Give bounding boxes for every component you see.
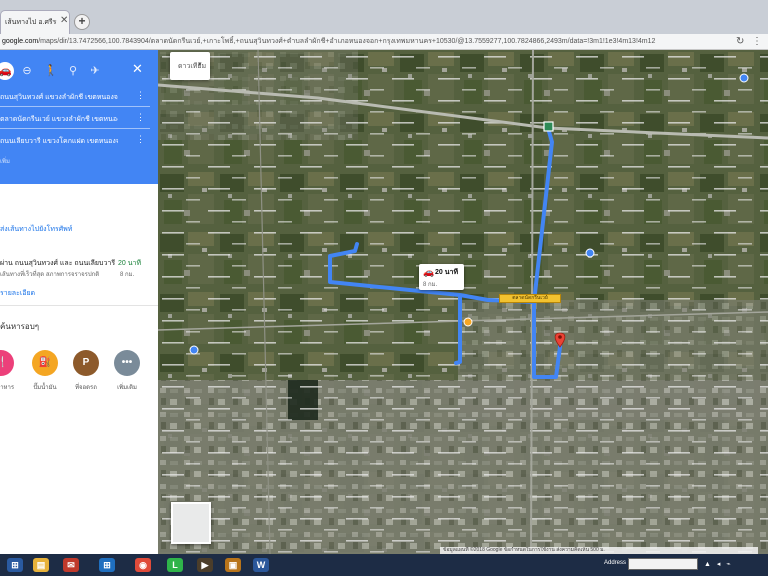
options-button[interactable]: ตัวเลือก bbox=[123, 196, 147, 207]
reload-icon[interactable]: ↻ bbox=[736, 36, 744, 48]
send-to-phone-link[interactable]: ส่งเส้นทางไปยังโทรศัพท์ bbox=[0, 224, 72, 235]
transit-mode-icon[interactable]: ⊖ bbox=[18, 62, 36, 80]
taskbar-paint[interactable]: ▣ bbox=[220, 556, 246, 574]
map-canvas bbox=[158, 50, 768, 554]
destination-pin-dot bbox=[558, 335, 562, 339]
browser-toolbar: google.com/maps/dir/13.7472566,100.78439… bbox=[0, 34, 768, 50]
waypoint-menu-icon[interactable]: ⋮ bbox=[136, 134, 145, 145]
waypoint-menu-icon[interactable]: ⋮ bbox=[136, 90, 145, 101]
word-icon: W bbox=[253, 558, 269, 572]
route-subtitle: เส้นทางที่เร็วที่สุด สภาพการจราจรปกติ bbox=[0, 272, 100, 278]
chrome-icon: ◉ bbox=[135, 558, 151, 572]
movie-icon: ▶ bbox=[197, 558, 213, 572]
satellite-map[interactable] bbox=[158, 50, 768, 554]
flight-mode-icon[interactable]: ✈ bbox=[86, 62, 104, 80]
taskbar-word[interactable]: W bbox=[248, 556, 274, 574]
browser-tab-bar: เส้นทางไป อ.ศรีราชา… ✕ + bbox=[0, 0, 768, 34]
bike-mode-icon[interactable]: ⚲ bbox=[64, 62, 82, 80]
mail-icon: ✉ bbox=[63, 558, 79, 572]
add-destination-link[interactable]: เพิ่ม bbox=[0, 156, 10, 166]
route-via: ผ่าน ถนนสุวินทวงศ์ และ ถนนเลียบวารี bbox=[0, 260, 116, 267]
map-layer-thumbnail[interactable] bbox=[171, 502, 211, 544]
parking-icon[interactable]: P bbox=[73, 350, 99, 376]
route-time-callout[interactable]: 🚗 20 นาที 8 กม. bbox=[419, 264, 464, 290]
more-icon[interactable]: ••• bbox=[114, 350, 140, 376]
directions-panel: 🚗 ⊖ 🚶 ⚲ ✈ ✕ ถนนสุวินทวงศ์ แขวงลำผักชี เข… bbox=[0, 50, 158, 554]
restaurant-icon[interactable]: 🍴 bbox=[0, 350, 14, 376]
poi-marker-blue-ne[interactable] bbox=[739, 73, 749, 83]
callout-time: 20 นาที bbox=[435, 269, 459, 276]
waypoint-divider bbox=[0, 128, 150, 129]
address-host: google.com bbox=[2, 38, 39, 45]
tab-title: เส้นทางไป อ.ศรีราชา… bbox=[5, 19, 57, 26]
waypoint-3[interactable]: ถนนเลียบวารี แขวงโคกแฝด เขตหนองจอก bbox=[0, 136, 118, 147]
place-label[interactable]: ตลาดนัดกรีนเวย์ bbox=[499, 294, 561, 303]
taskbar-windows[interactable]: ⊞ bbox=[94, 556, 120, 574]
taskbar-movie[interactable]: ▶ bbox=[192, 556, 218, 574]
paint-icon: ▣ bbox=[225, 558, 241, 572]
taskbar-start[interactable]: ⊞ bbox=[2, 556, 28, 574]
chevron-down-icon: ▾ bbox=[198, 61, 202, 68]
line-icon: L bbox=[167, 558, 183, 572]
windows-icon: ⊞ bbox=[7, 558, 23, 572]
map-type-control[interactable]: ดาวเทียม ▾ bbox=[170, 52, 210, 80]
map-attribution: ข้อมูลแผนที่ ©2018 Google ข้อกำหนดในการใ… bbox=[440, 547, 758, 554]
taskbar-mail[interactable]: ✉ bbox=[58, 556, 84, 574]
waypoint-origin[interactable]: ถนนสุวินทวงศ์ แขวงลำผักชี เขตหนองจอก bbox=[0, 92, 118, 103]
waypoint-menu-icon[interactable]: ⋮ bbox=[136, 112, 145, 123]
drive-mode-icon[interactable]: 🚗 bbox=[0, 62, 14, 80]
walk-mode-icon[interactable]: 🚶 bbox=[42, 62, 60, 80]
browser-tab[interactable]: เส้นทางไป อ.ศรีราชา… ✕ bbox=[0, 10, 70, 34]
address-bar[interactable]: google.com/maps/dir/13.7472566,100.78439… bbox=[2, 36, 730, 48]
nearby-label: เพิ่มเติม bbox=[117, 385, 137, 391]
nearby-title: ค้นหารอบๆ bbox=[0, 322, 40, 331]
close-icon[interactable]: ✕ bbox=[132, 61, 143, 77]
taskbar-chrome[interactable]: ◉ bbox=[130, 556, 156, 574]
poi-marker[interactable] bbox=[463, 317, 473, 327]
taskbar-explorer[interactable]: ▤ bbox=[28, 556, 54, 574]
route-time: 20 นาที bbox=[118, 260, 142, 267]
directions-header: 🚗 ⊖ 🚶 ⚲ ✈ ✕ ถนนสุวินทวงศ์ แขวงลำผักชี เข… bbox=[0, 50, 158, 205]
poi-marker-blue[interactable] bbox=[585, 248, 595, 258]
folder-icon: ▤ bbox=[33, 558, 49, 572]
waypoint-divider bbox=[0, 106, 150, 107]
route-option[interactable]: ผ่าน ถนนสุวินทวงศ์ และ ถนนเลียบวารี 20 น… bbox=[0, 250, 158, 306]
nearby-label: ร้านอาหาร bbox=[0, 385, 15, 391]
route-distance: 8 กม. bbox=[120, 272, 135, 278]
taskbar: ⊞ ▤ ✉ ⊞ ◉ L ▶ ▣ W Address ▲ ◂ ⌁ bbox=[0, 554, 768, 576]
nearby-label: ที่จอดรถ bbox=[75, 385, 97, 391]
taskbar-address-input[interactable] bbox=[628, 558, 698, 570]
origin-marker[interactable] bbox=[543, 121, 554, 132]
route-details-link[interactable]: รายละเอียด bbox=[0, 288, 35, 299]
address-path: /maps/dir/13.7472566,100.7843904/ตลาดนัด… bbox=[38, 38, 656, 45]
system-tray-icons[interactable]: ▲ ◂ ⌁ bbox=[704, 560, 733, 568]
car-icon: 🚗 bbox=[423, 267, 435, 277]
nearby-label: ปั๊มน้ำมัน bbox=[33, 385, 57, 391]
new-tab-button[interactable]: + bbox=[74, 14, 90, 30]
tab-close-icon[interactable]: ✕ bbox=[60, 15, 68, 26]
taskbar-line[interactable]: L bbox=[162, 556, 188, 574]
waypoint-2[interactable]: ตลาดนัดกรีนเวย์ แขวงลำผักชี เขตหนองจอก bbox=[0, 114, 118, 125]
callout-distance: 8 กม. bbox=[423, 282, 438, 288]
taskbar-address-label: Address bbox=[604, 560, 627, 566]
gas-station-icon[interactable]: ⛽ bbox=[32, 350, 58, 376]
poi-marker-blue-west[interactable] bbox=[189, 345, 199, 355]
browser-menu-icon[interactable]: ⋮ bbox=[752, 36, 762, 48]
windows-icon: ⊞ bbox=[99, 558, 115, 572]
